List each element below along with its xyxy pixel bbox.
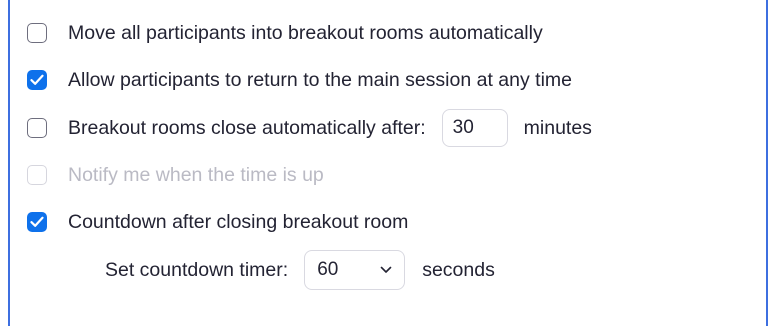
auto-close-minutes-input[interactable] xyxy=(441,109,508,147)
countdown-timer-value: 60 xyxy=(317,259,339,280)
option-allow-return: Allow participants to return to the main… xyxy=(27,65,572,95)
auto-move-label: Move all participants into breakout room… xyxy=(68,21,543,44)
countdown-timer-select[interactable]: 60 xyxy=(304,250,406,290)
countdown-checkbox[interactable] xyxy=(27,212,47,232)
countdown-label: Countdown after closing breakout room xyxy=(68,210,409,233)
option-notify: Notify me when the time is up xyxy=(27,160,324,190)
chevron-down-icon xyxy=(380,266,392,273)
option-countdown: Countdown after closing breakout room xyxy=(27,207,408,237)
auto-close-label: Breakout rooms close automatically after… xyxy=(68,116,426,139)
allow-return-checkbox[interactable] xyxy=(27,70,47,90)
check-icon xyxy=(30,216,44,227)
countdown-timer-label: Set countdown timer: xyxy=(105,258,289,281)
auto-close-unit: minutes xyxy=(523,116,592,139)
allow-return-label: Allow participants to return to the main… xyxy=(68,68,572,91)
option-auto-move: Move all participants into breakout room… xyxy=(27,18,543,48)
notify-checkbox[interactable] xyxy=(27,165,47,185)
countdown-timer-unit: seconds xyxy=(422,258,495,281)
notify-label: Notify me when the time is up xyxy=(68,163,324,186)
check-icon xyxy=(30,74,44,85)
breakout-options-panel: Move all participants into breakout room… xyxy=(8,0,768,326)
option-auto-close: Breakout rooms close automatically after… xyxy=(27,109,592,147)
auto-close-checkbox[interactable] xyxy=(27,118,47,138)
option-countdown-timer: Set countdown timer: 60 seconds xyxy=(105,250,495,290)
auto-move-checkbox[interactable] xyxy=(27,23,47,43)
